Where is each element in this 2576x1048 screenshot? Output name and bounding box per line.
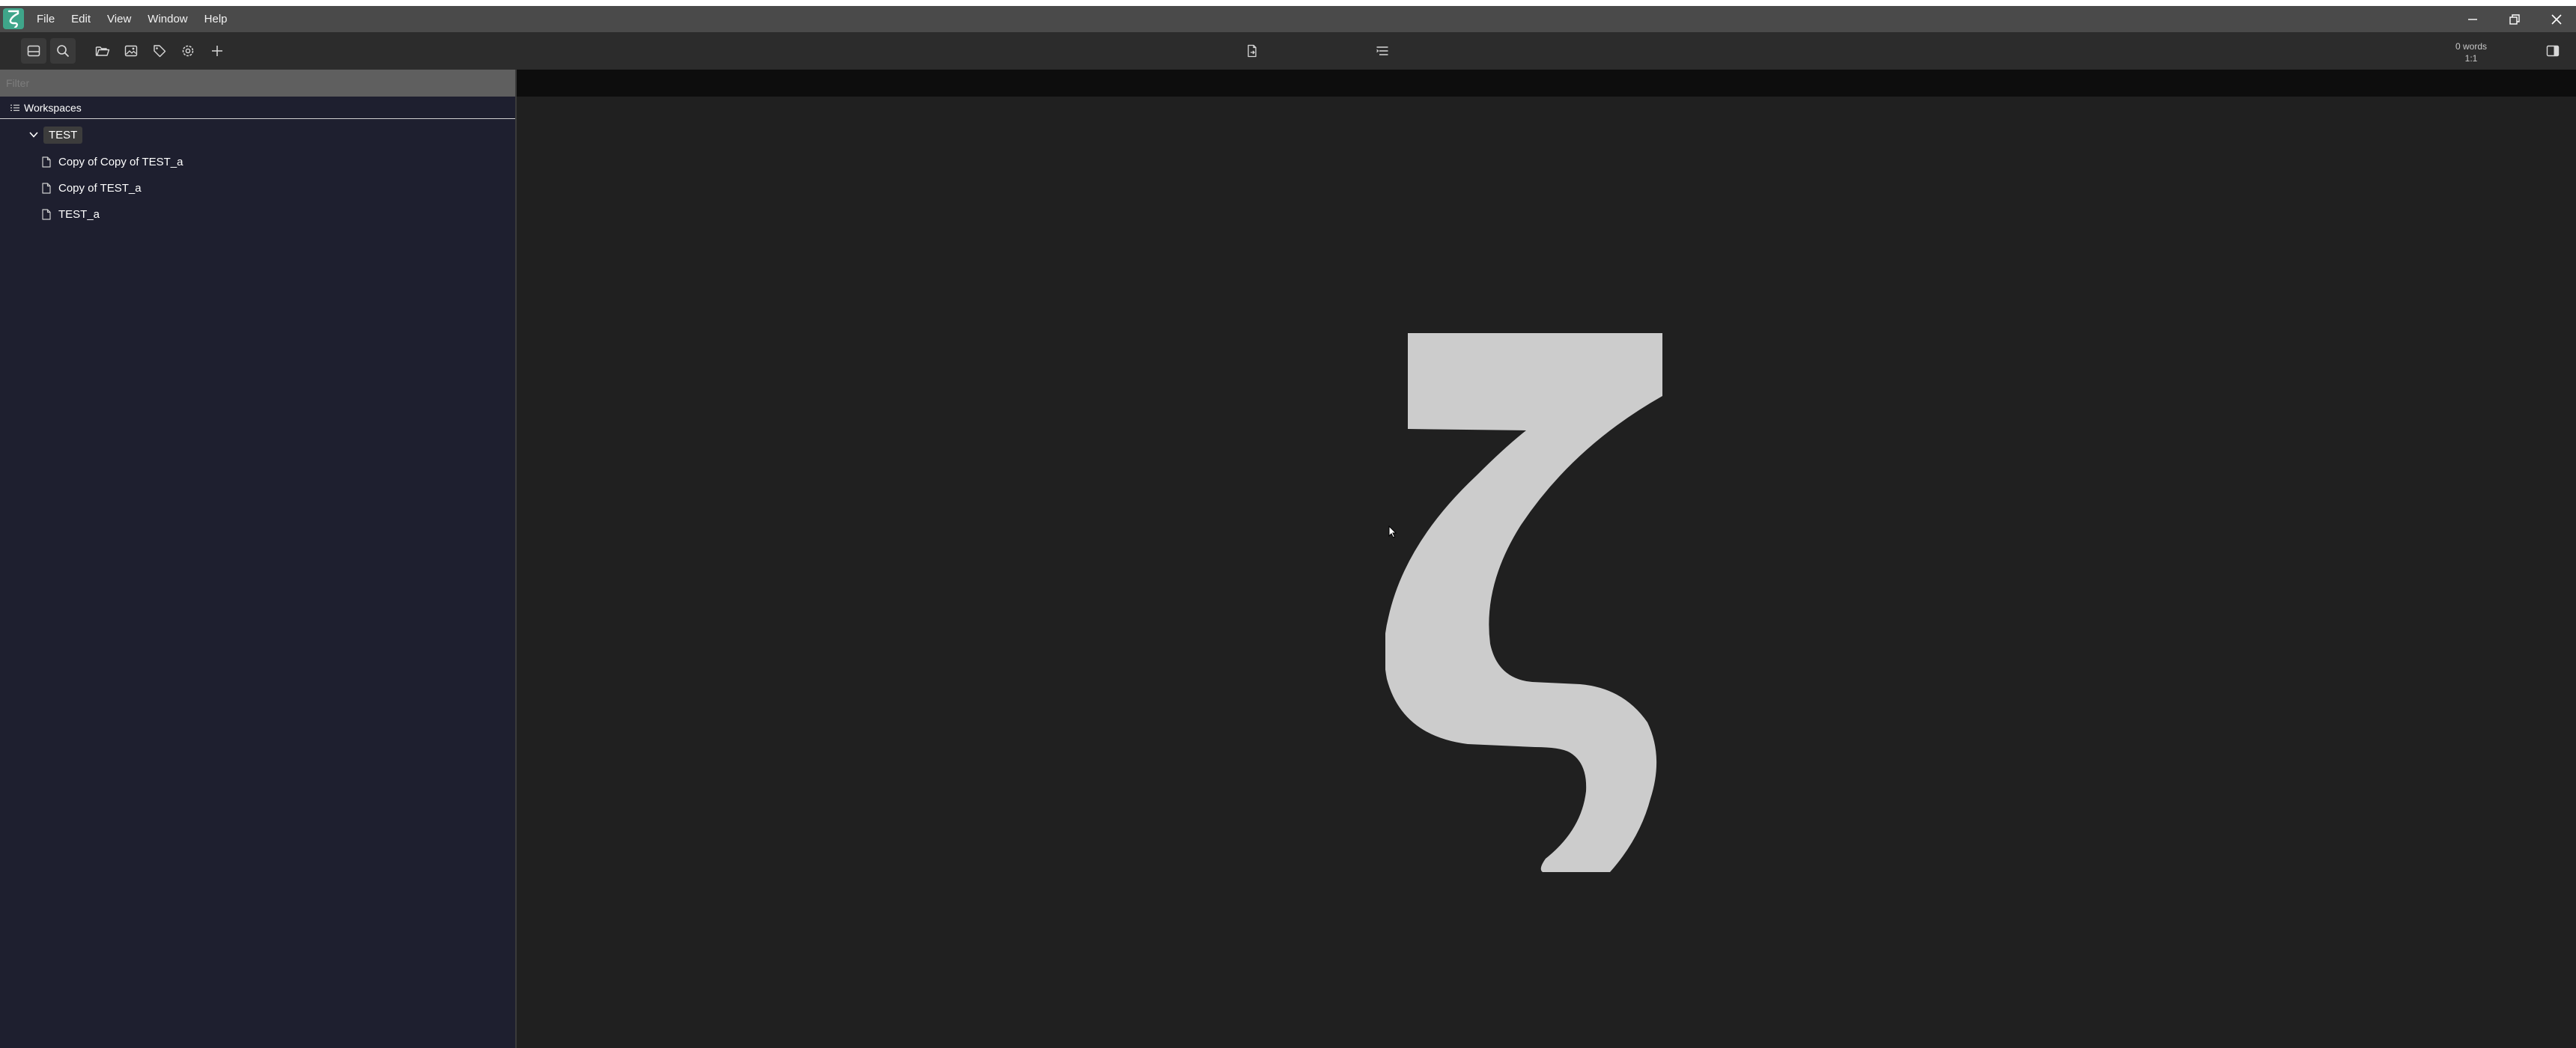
title-bar: File Edit View Window Help	[0, 6, 2576, 32]
zettlr-logo-icon	[1385, 333, 1662, 872]
chevron-down-icon[interactable]	[28, 131, 39, 138]
file-name: TEST_a	[58, 207, 100, 221]
folder-label: TEST	[43, 126, 83, 144]
file-manager-button[interactable]	[21, 38, 46, 64]
file-manager-sidebar: Workspaces TEST Copy of Copy of TEST_a C…	[0, 70, 517, 1048]
mouse-cursor-icon	[1388, 525, 1397, 538]
file-item[interactable]: Copy of Copy of TEST_a	[42, 150, 183, 173]
menu-window[interactable]: Window	[139, 6, 195, 32]
settings-button[interactable]	[175, 38, 201, 64]
minimize-icon	[2468, 18, 2477, 20]
workspace-folder-test[interactable]: TEST	[28, 124, 83, 146]
restore-icon	[2509, 13, 2520, 25]
word-count: 0 words	[2455, 41, 2488, 52]
sidebar-toggle-icon	[2546, 45, 2560, 57]
image-icon	[124, 45, 138, 57]
new-file-button[interactable]	[204, 38, 230, 64]
menu-edit[interactable]: Edit	[63, 6, 99, 32]
minimize-button[interactable]	[2452, 6, 2494, 32]
file-name: Copy of Copy of TEST_a	[58, 155, 183, 168]
menu-view[interactable]: View	[99, 6, 139, 32]
file-icon	[42, 156, 51, 168]
tags-button[interactable]	[147, 38, 172, 64]
menu-bar: File Edit View Window Help	[28, 6, 236, 32]
file-icon	[42, 208, 51, 220]
file-item[interactable]: TEST_a	[42, 203, 100, 225]
close-button[interactable]	[2536, 6, 2576, 32]
insert-image-button[interactable]	[118, 38, 144, 64]
open-workspace-button[interactable]	[90, 38, 115, 64]
editor-empty-area	[517, 97, 2576, 1048]
table-of-contents-button[interactable]	[1370, 38, 1395, 64]
word-count-status: 0 words 1:1	[2419, 40, 2524, 64]
open-workspace-icon	[95, 46, 110, 56]
file-icon	[42, 182, 51, 194]
list-icon	[10, 104, 19, 111]
close-icon	[2551, 13, 2562, 25]
add-icon	[212, 46, 222, 56]
search-icon	[57, 45, 70, 58]
file-manager-icon	[27, 45, 40, 57]
workspaces-header[interactable]: Workspaces	[0, 97, 515, 119]
settings-icon	[182, 45, 194, 57]
menu-file[interactable]: File	[28, 6, 63, 32]
window-top-edge	[0, 0, 2576, 6]
export-button[interactable]	[1239, 38, 1265, 64]
search-button[interactable]	[50, 38, 76, 64]
sidebar-toggle-button[interactable]	[2540, 38, 2566, 64]
app-logo-icon	[3, 8, 24, 29]
restore-button[interactable]	[2494, 6, 2536, 32]
filter-input[interactable]	[0, 70, 515, 97]
document-tab-bar	[517, 70, 2576, 97]
toolbar: 0 words 1:1	[0, 32, 2576, 70]
workspaces-label: Workspaces	[24, 101, 82, 114]
cursor-position: 1:1	[2464, 53, 2478, 64]
file-name: Copy of TEST_a	[58, 181, 142, 195]
tag-icon	[154, 45, 166, 58]
export-icon	[1248, 44, 1257, 58]
menu-help[interactable]: Help	[196, 6, 236, 32]
file-item[interactable]: Copy of TEST_a	[42, 177, 142, 199]
table-of-contents-icon	[1376, 46, 1388, 55]
